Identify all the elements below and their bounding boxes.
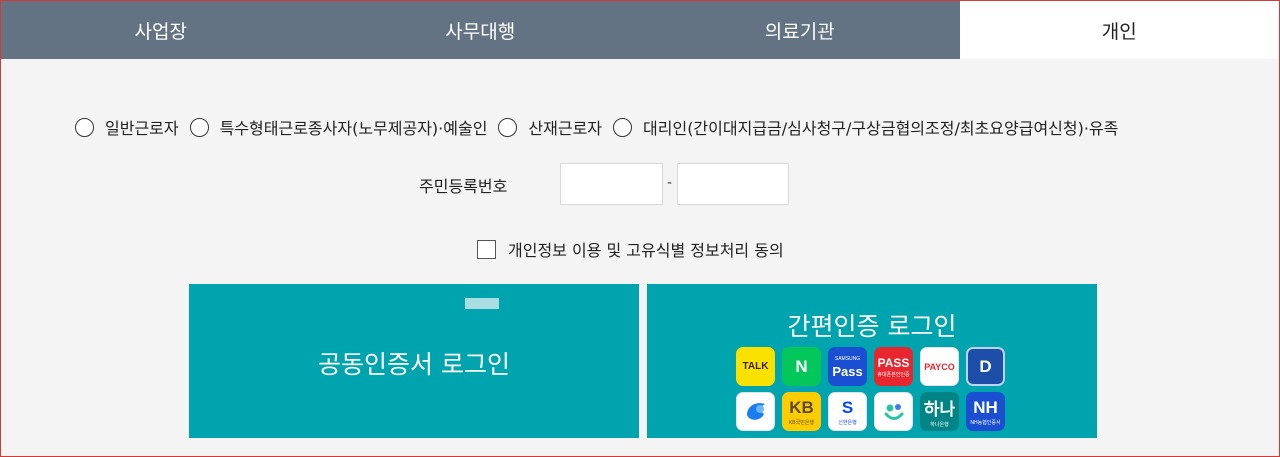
consent-checkbox-row[interactable]: 개인정보 이용 및 고유식별 정보처리 동의: [477, 237, 784, 261]
kb-bank-icon[interactable]: KB KB국민은행: [782, 392, 821, 431]
payco-icon[interactable]: PAYCO: [920, 347, 959, 386]
kakao-icon[interactable]: TALK: [736, 347, 775, 386]
provider-label: PASS: [877, 355, 910, 370]
pass-icon[interactable]: PASS 휴대폰본인인증: [874, 347, 913, 386]
auth-provider-row: TALK N SAMSUNG Pass PASS 휴대폰본인인증 PAYCO D: [736, 347, 1012, 386]
provider-caption: 신한은행: [838, 419, 857, 426]
joint-certificate-login-label: 공동인증서 로그인: [318, 350, 510, 379]
radio-circle[interactable]: [498, 117, 518, 137]
simple-auth-login-panel: 간편인증 로그인 TALK N SAMSUNG Pass PASS 휴대폰본인인증 PAYC…: [647, 284, 1097, 438]
login-frame: 사업장 사무대행 의료기관 개인 일반근로자 특수형태근로종사자(노무제공자)·…: [0, 0, 1280, 457]
toss-icon[interactable]: [736, 392, 775, 431]
provider-label: PAYCO: [924, 361, 955, 372]
provider-caption: NH농협인증서: [970, 419, 1001, 426]
radio-injured-worker[interactable]: 산재근로자: [498, 115, 602, 139]
provider-label: S: [841, 397, 854, 417]
banksalad-icon[interactable]: [874, 392, 913, 431]
user-type-group: 일반근로자 특수형태근로종사자(노무제공자)·예술인 산재근로자 대리인(간이대…: [75, 115, 1129, 139]
ssn-front-input[interactable]: [560, 163, 663, 205]
ssn-back-input[interactable]: [677, 163, 789, 205]
radio-circle[interactable]: [613, 117, 633, 137]
provider-caption: SAMSUNG: [834, 355, 861, 362]
tab-individual[interactable]: 개인: [959, 1, 1279, 59]
provider-label: 하나: [923, 400, 956, 419]
shinhan-bank-icon[interactable]: S 신한은행: [828, 392, 867, 431]
consent-label: 개인정보 이용 및 고유식별 정보처리 동의: [508, 241, 784, 260]
radio-special-worker[interactable]: 특수형태근로종사자(노무제공자)·예술인: [189, 115, 488, 139]
provider-caption: 하나은행: [930, 422, 949, 428]
category-tabs: 사업장 사무대행 의료기관 개인: [1, 1, 1279, 59]
tab-agency[interactable]: 사무대행: [320, 1, 640, 59]
ssn-label: 주민등록번호: [419, 177, 508, 196]
joint-certificate-login-button[interactable]: 공동인증서 로그인: [189, 284, 639, 438]
ssn-separator: -: [667, 175, 673, 191]
radio-label: 대리인(간이대지급금/심사청구/구상금협의조정/최초요양급여신청)·유족: [643, 119, 1119, 138]
samsung-pass-icon[interactable]: SAMSUNG Pass: [828, 347, 867, 386]
provider-label: Pass: [832, 363, 863, 379]
radio-circle[interactable]: [75, 117, 94, 137]
provider-label: TALK: [742, 361, 769, 372]
radio-representative[interactable]: 대리인(간이대지급금/심사청구/구상금협의조정/최초요양급여신청)·유족: [613, 115, 1118, 139]
provider-label: NH: [973, 397, 998, 417]
dream-security-icon[interactable]: D: [966, 347, 1005, 386]
tab-workplace[interactable]: 사업장: [1, 1, 321, 59]
radio-label: 특수형태근로종사자(노무제공자)·예술인: [219, 119, 488, 138]
naver-icon[interactable]: N: [782, 347, 821, 386]
auth-provider-row: KB KB국민은행 S 신한은행 하나하나은행 NH NH농협인증서: [736, 392, 1012, 431]
simple-auth-login-label: 간편인증 로그인: [787, 312, 957, 341]
provider-caption: 휴대폰본인인증: [877, 371, 910, 378]
radio-general-worker[interactable]: 일반근로자: [75, 115, 179, 139]
tab-medical[interactable]: 의료기관: [640, 1, 960, 59]
hana-bank-icon[interactable]: 하나하나은행: [920, 392, 959, 431]
radio-label: 일반근로자: [105, 119, 179, 138]
radio-label: 산재근로자: [528, 119, 603, 138]
consent-checkbox[interactable]: [477, 239, 496, 259]
nh-icon[interactable]: NH NH농협인증서: [966, 392, 1005, 431]
provider-label: D: [979, 356, 992, 376]
tab-marker: [465, 298, 499, 309]
provider-label: N: [795, 356, 808, 376]
auth-provider-grid: TALK N SAMSUNG Pass PASS 휴대폰본인인증 PAYCO D KB KB국민…: [736, 347, 1012, 431]
provider-label: KB: [789, 397, 814, 417]
radio-circle[interactable]: [189, 117, 209, 137]
provider-caption: KB국민은행: [788, 419, 815, 426]
